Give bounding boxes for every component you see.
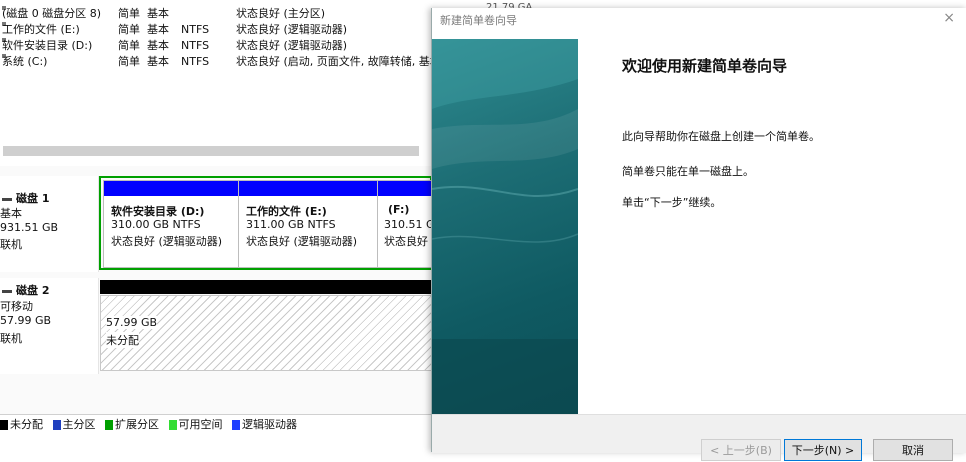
legend-item: 扩展分区 bbox=[105, 415, 159, 435]
volume-name: 工作的文件 (E:) bbox=[2, 23, 80, 36]
legend-swatch bbox=[168, 420, 177, 430]
legend-item: 主分区 bbox=[52, 415, 96, 435]
disk-size: 931.51 GB bbox=[0, 221, 59, 234]
legend-item: 逻辑驱动器 bbox=[232, 415, 297, 435]
disk-1-row: 磁盘 1 基本 931.51 GB 联机 软件安装目录 (D:) 310.00 … bbox=[0, 176, 439, 272]
volume-type: 基本 bbox=[147, 7, 169, 20]
volume-row[interactable]: 系统 (C:) 简单 基本 NTFS 状态良好 (启动, 页面文件, 故障转储,… bbox=[0, 54, 441, 70]
horizontal-scrollbar[interactable] bbox=[3, 146, 419, 156]
volume-status: 状态良好 (逻辑驱动器) bbox=[236, 39, 348, 52]
volume-row[interactable]: 软件安装目录 (D:) 简单 基本 NTFS 状态良好 (逻辑驱动器) bbox=[0, 38, 440, 54]
partition-status: 状态良好 bbox=[384, 235, 428, 248]
disk-icon bbox=[2, 289, 12, 293]
volume-status: 状态良好 (启动, 页面文件, 故障转储, 基本 bbox=[236, 55, 441, 68]
wizard-heading: 欢迎使用新建简单卷向导 bbox=[622, 57, 788, 75]
legend-item: 未分配 bbox=[0, 415, 43, 435]
volume-layout: 简单 bbox=[118, 55, 140, 68]
wizard-note: 简单卷只能在单一磁盘上。 bbox=[622, 165, 754, 178]
volume-name: 系统 (C:) bbox=[2, 55, 48, 68]
next-button[interactable]: 下一步(N) > bbox=[784, 439, 862, 461]
wizard-instruction: 单击“下一步”继续。 bbox=[622, 196, 722, 209]
disk-1-label[interactable]: 磁盘 1 基本 931.51 GB 联机 bbox=[0, 176, 99, 272]
volume-row[interactable]: 工作的文件 (E:) 简单 基本 NTFS 状态良好 (逻辑驱动器) bbox=[0, 22, 440, 38]
wizard-title: 新建简单卷向导 bbox=[440, 14, 517, 27]
wizard-description: 此向导帮助你在磁盘上创建一个简单卷。 bbox=[622, 130, 820, 143]
disk-type: 可移动 bbox=[0, 300, 33, 313]
cancel-button[interactable]: 取消 bbox=[873, 439, 953, 461]
unallocated-bar bbox=[100, 280, 432, 294]
partition-status: 状态良好 (逻辑驱动器) bbox=[111, 235, 223, 248]
volume-fs: NTFS bbox=[181, 39, 210, 52]
close-icon[interactable]: × bbox=[943, 10, 955, 26]
legend-swatch bbox=[232, 420, 240, 430]
volume-type: 基本 bbox=[147, 55, 169, 68]
partition-e[interactable]: 工作的文件 (E:) 311.00 GB NTFS 状态良好 (逻辑驱动器) bbox=[238, 180, 378, 268]
partition-bar bbox=[239, 181, 377, 196]
partition-name: 工作的文件 (E:) bbox=[246, 205, 327, 218]
volume-layout: 简单 bbox=[118, 23, 140, 36]
volume-name: 软件安装目录 (D:) bbox=[2, 39, 93, 52]
volume-layout: 简单 bbox=[118, 7, 140, 20]
unallocated-size: 57.99 GB bbox=[106, 316, 158, 329]
partition-f[interactable]: (F:) 310.51 G 状态良好 bbox=[377, 180, 439, 268]
partition-size: 310.51 G bbox=[384, 218, 435, 231]
partition-size: 310.00 GB NTFS bbox=[111, 218, 201, 231]
unallocated-space[interactable]: 57.99 GB 未分配 bbox=[100, 295, 432, 371]
back-button[interactable]: < 上一步(B) bbox=[701, 439, 781, 461]
volume-type: 基本 bbox=[147, 23, 169, 36]
disk-2-row: 磁盘 2 可移动 57.99 GB 联机 57.99 GB 未分配 bbox=[0, 278, 432, 374]
disk-title: 磁盘 2 bbox=[16, 284, 50, 297]
unallocated-label: 未分配 bbox=[106, 332, 139, 348]
disk-icon bbox=[2, 197, 12, 201]
disk-size: 57.99 GB bbox=[0, 314, 52, 327]
new-simple-volume-wizard: 新建简单卷向导 × 欢迎使用新建简单卷向导 此向导帮助你在磁盘上创建一个简单卷。… bbox=[431, 8, 966, 461]
volume-list: (磁盘 0 磁盘分区 8) 简单 基本 状态良好 (主分区) 21.79 GA … bbox=[0, 2, 532, 70]
disk-type: 基本 bbox=[0, 207, 22, 220]
partition-size: 311.00 GB NTFS bbox=[246, 218, 336, 231]
volume-name: (磁盘 0 磁盘分区 8) bbox=[2, 7, 102, 20]
partition-d[interactable]: 软件安装目录 (D:) 310.00 GB NTFS 状态良好 (逻辑驱动器) bbox=[103, 180, 239, 268]
partition-name: (F:) bbox=[388, 203, 410, 216]
partition-name: 软件安装目录 (D:) bbox=[111, 205, 205, 218]
legend-swatch bbox=[52, 420, 61, 430]
volume-fs: NTFS bbox=[181, 55, 210, 68]
extended-partition: 软件安装目录 (D:) 310.00 GB NTFS 状态良好 (逻辑驱动器) … bbox=[99, 176, 439, 270]
disk-state: 联机 bbox=[0, 332, 22, 345]
legend-item: 可用空间 bbox=[168, 415, 223, 435]
disk-state: 联机 bbox=[0, 238, 22, 251]
volume-status: 状态良好 (主分区) bbox=[236, 7, 326, 20]
volume-status: 状态良好 (逻辑驱动器) bbox=[236, 23, 348, 36]
partition-status: 状态良好 (逻辑驱动器) bbox=[246, 235, 358, 248]
wizard-banner-image bbox=[432, 39, 578, 414]
legend-swatch bbox=[0, 420, 8, 430]
partition-bar bbox=[378, 181, 438, 196]
legend-swatch bbox=[105, 420, 113, 430]
legend: 未分配 主分区 扩展分区 可用空间 逻辑驱动器 bbox=[0, 414, 440, 435]
wave-graphic bbox=[432, 39, 578, 414]
disk-title: 磁盘 1 bbox=[16, 192, 50, 205]
wizard-footer: < 上一步(B) 下一步(N) > 取消 bbox=[432, 414, 966, 461]
volume-row[interactable]: (磁盘 0 磁盘分区 8) 简单 基本 状态良好 (主分区) 21.79 GA bbox=[0, 2, 532, 22]
disk-map: 磁盘 1 基本 931.51 GB 联机 软件安装目录 (D:) 310.00 … bbox=[0, 166, 439, 414]
disk-2-label[interactable]: 磁盘 2 可移动 57.99 GB 联机 bbox=[0, 278, 99, 374]
partition-bar bbox=[104, 181, 238, 196]
volume-fs: NTFS bbox=[181, 23, 210, 36]
volume-type: 基本 bbox=[147, 39, 169, 52]
volume-layout: 简单 bbox=[118, 39, 140, 52]
